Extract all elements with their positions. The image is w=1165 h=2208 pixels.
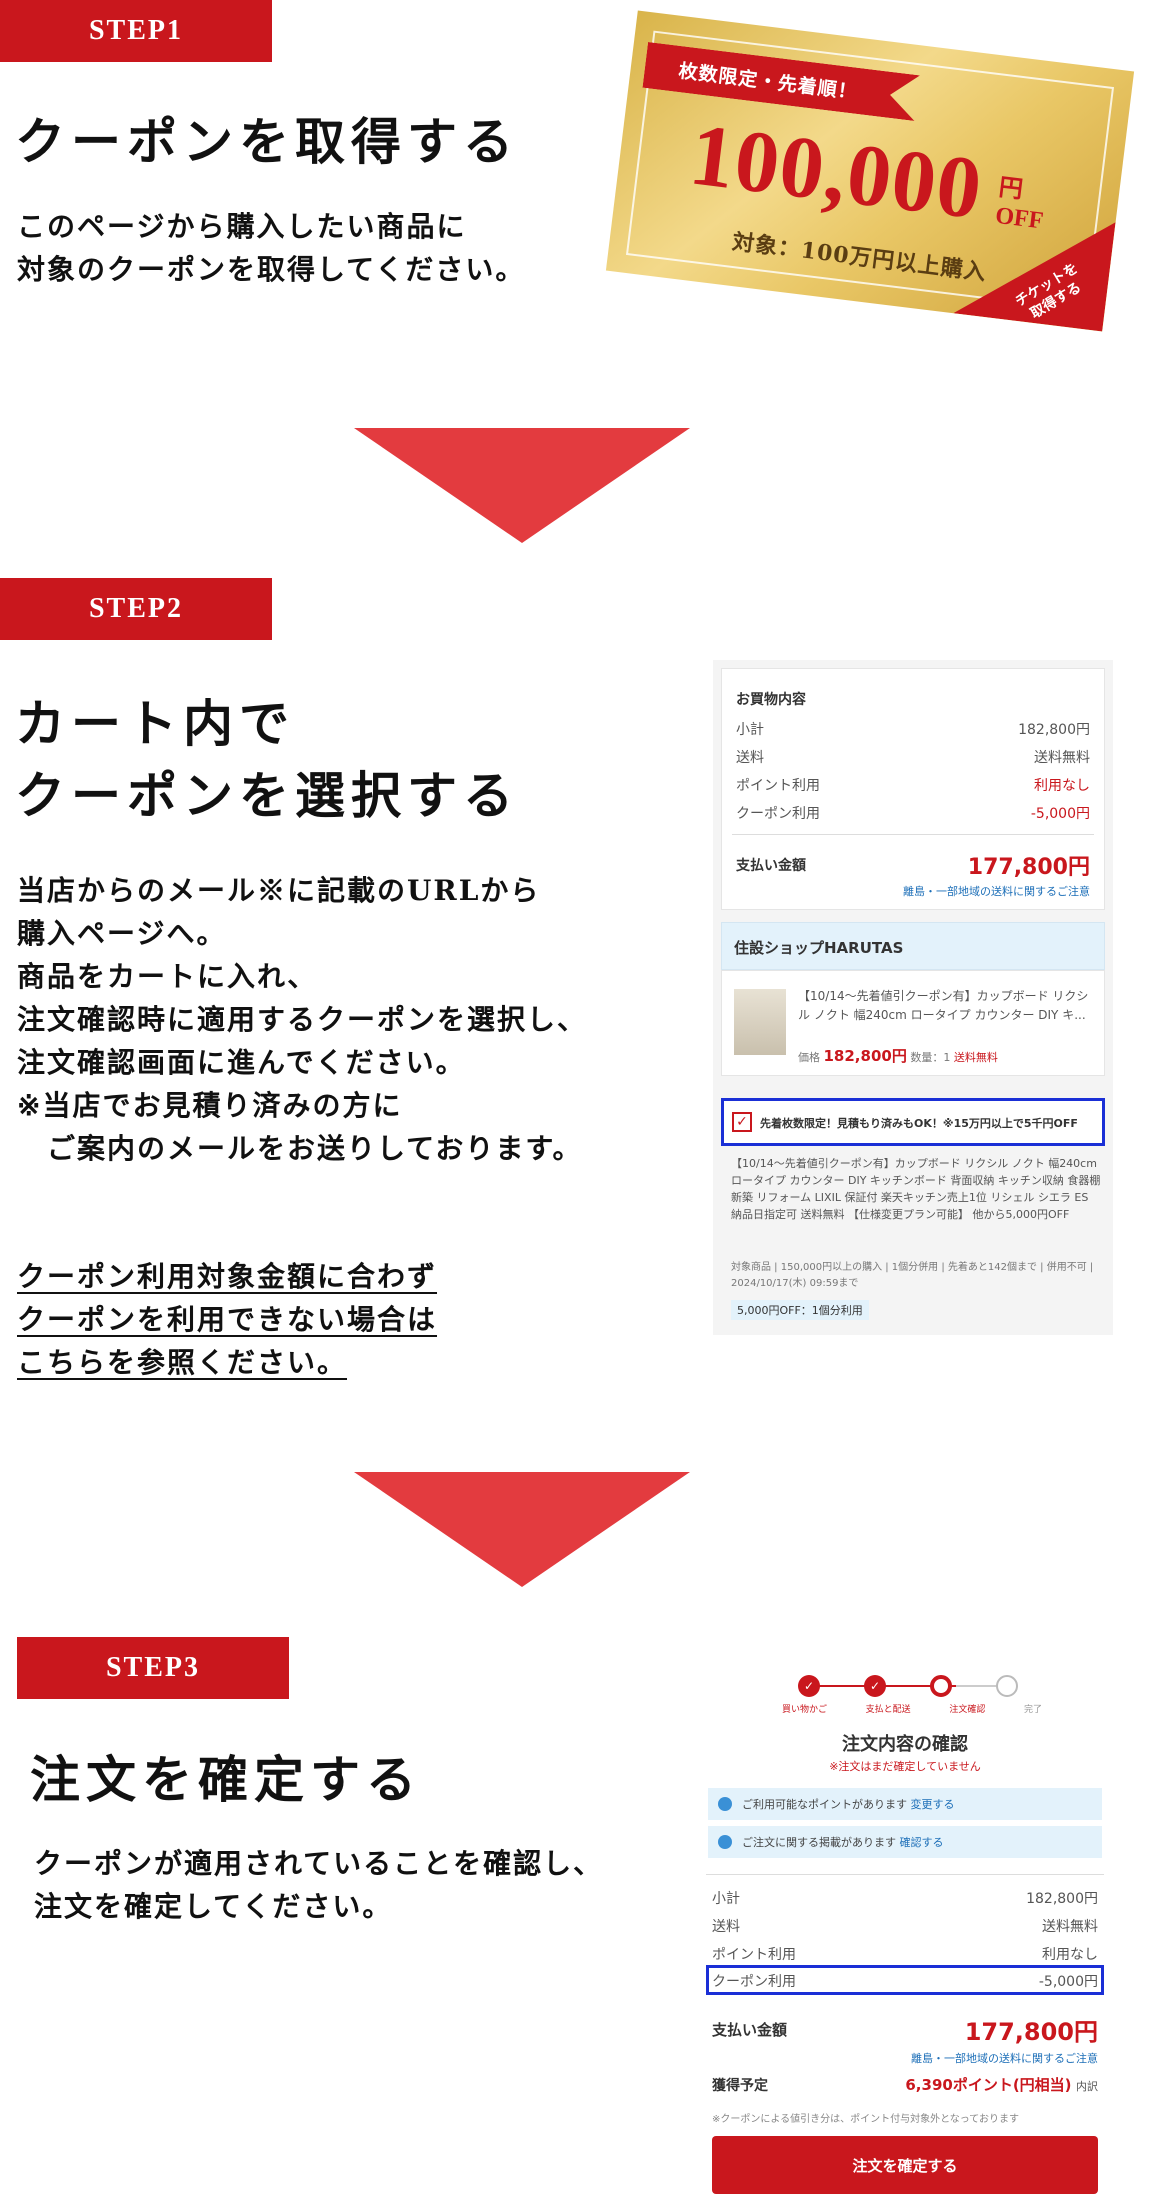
step2-title: カート内で クーポンを選択する: [15, 694, 519, 825]
product-thumbnail: [734, 989, 786, 1055]
confirm-shipping-note[interactable]: 離島・一部地域の送料に関するご注意: [911, 2050, 1098, 2066]
confirm-heading: 注文内容の確認: [842, 1734, 968, 1755]
step1-label: STEP1: [0, 0, 272, 62]
summary-row: ポイント利用 利用なし: [712, 1947, 1098, 1963]
coupon-select-checkbox[interactable]: ✓ 先着枚数限定！見積もり済みもOK！※15万円以上で5千円OFF: [721, 1098, 1105, 1146]
cart-product[interactable]: 【10/14〜先着値引クーポン有】カップボード リクシル ノクト 幅240cm …: [721, 970, 1105, 1076]
progress-steps: ✓ ✓: [798, 1675, 1018, 1697]
info-icon: [718, 1835, 732, 1849]
coupon-tag: 5,000円OFF：1個分利用: [731, 1300, 869, 1320]
info-icon: [718, 1797, 732, 1811]
step2-label: STEP2: [0, 578, 272, 640]
summary-row: 送料 送料無料: [712, 1919, 1098, 1935]
cart-row: 小計 182,800円: [736, 722, 1090, 738]
coupon-help-link[interactable]: クーポン利用対象金額に合わず クーポンを利用できない場合は こちらを参照ください…: [17, 1255, 437, 1384]
confirm-notice-link[interactable]: 確認する: [900, 1834, 944, 1850]
points-row: 獲得予定 6,390ポイント(円相当) 内訳: [712, 2076, 1098, 2094]
step3-label: STEP3: [17, 1637, 289, 1699]
cart-screenshot: お買物内容 小計 182,800円 送料 送料無料 ポイント利用 利用なし クーポン利…: [713, 660, 1113, 1335]
coupon-card[interactable]: 枚数限定・先着順！ 100,000 円 OFF 対象：100万円以上購入 チケッ…: [605, 10, 1135, 332]
order-confirm-screenshot: ✓ ✓ 買い物かご 支払と配送 注文確認 完了 注文内容の確認 ※注文はまだ確定してい…: [690, 1660, 1120, 2208]
change-points-link[interactable]: 変更する: [911, 1796, 955, 1812]
step-done-icon: ✓: [864, 1675, 886, 1697]
step1-title: クーポンを取得する: [15, 112, 519, 171]
info-banner: ご利用可能なポイントがあります 変更する: [708, 1788, 1102, 1820]
cart-shipping-note[interactable]: 離島・一部地域の送料に関するご注意: [903, 883, 1090, 899]
step-current-icon: [930, 1675, 952, 1697]
step2-text: 当店からのメール※に記載のURLから 購入ページへ。 商品をカートに入れ、 注文…: [17, 874, 588, 1165]
info-banner: ご注文に関する掲載があります 確認する: [708, 1826, 1102, 1858]
step3-title: 注文を確定する: [30, 1750, 422, 1809]
coupon-unit: 円 OFF: [993, 174, 1045, 235]
cart-row: 送料 送料無料: [736, 750, 1090, 766]
progress-labels: 買い物かご 支払と配送 注文確認 完了: [782, 1705, 1042, 1715]
coupon-description: 【10/14〜先着値引クーポン有】カップボード リクシル ノクト 幅240cm …: [731, 1157, 1101, 1221]
confirm-total: 支払い金額 177,800円: [712, 2018, 1098, 2046]
confirm-warning: ※注文はまだ確定していません: [829, 1760, 981, 1773]
step1-text: このページから購入したい商品に 対象のクーポンを取得してください。: [17, 210, 526, 286]
summary-row-coupon: クーポン利用 -5,000円: [712, 1974, 1098, 1990]
shop-header: 住設ショップHARUTAS: [721, 922, 1105, 970]
down-arrow-icon: [354, 428, 690, 543]
step3-text: クーポンが適用されていることを確認し、 注文を確定してください。: [34, 1847, 604, 1923]
coupon-conditions: 対象商品 | 150,000円以上の購入 | 1個分併用 | 先着あと142個ま…: [731, 1262, 1094, 1289]
cart-row: ポイント利用 利用なし: [736, 778, 1090, 794]
step-done-icon: ✓: [798, 1675, 820, 1697]
cart-total: 支払い金額 177,800円: [736, 855, 1090, 880]
down-arrow-icon: [354, 1472, 690, 1587]
coupon-points-note: ※クーポンによる値引き分は、ポイント付与対象外となっております: [712, 2114, 1019, 2125]
cart-heading: お買物内容: [736, 692, 806, 708]
cart-row: クーポン利用 -5,000円: [736, 806, 1090, 822]
summary-row: 小計 182,800円: [712, 1891, 1098, 1907]
step-pending-icon: [996, 1675, 1018, 1697]
check-icon[interactable]: ✓: [732, 1112, 752, 1132]
confirm-order-button[interactable]: 注文を確定する: [712, 2136, 1098, 2194]
